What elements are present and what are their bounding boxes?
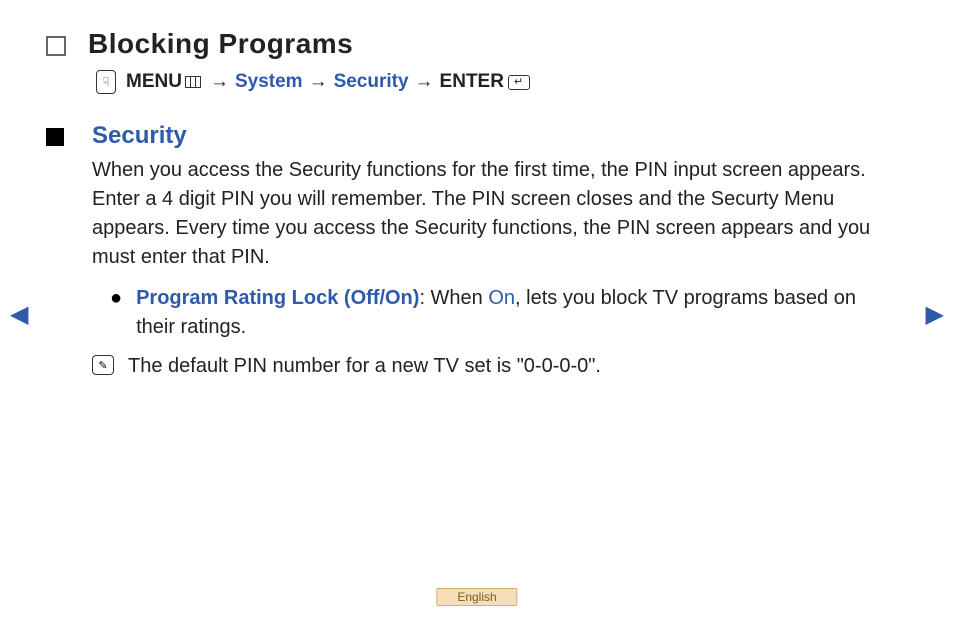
language-badge: English bbox=[436, 588, 517, 606]
breadcrumb-system: System bbox=[235, 71, 303, 93]
note-row: ✎ The default PIN number for a new TV se… bbox=[92, 352, 894, 381]
feature-name: Program Rating Lock (Off/On) bbox=[136, 287, 419, 309]
feature-on: On bbox=[488, 287, 515, 309]
breadcrumb-arrow: → bbox=[415, 71, 434, 93]
breadcrumb-security: Security bbox=[334, 71, 409, 93]
section-title: Security bbox=[92, 122, 894, 150]
note-text: The default PIN number for a new TV set … bbox=[128, 352, 601, 381]
feature-bullet: ● Program Rating Lock (Off/On): When On,… bbox=[110, 284, 894, 342]
menu-grid-icon bbox=[185, 76, 201, 88]
breadcrumb-menu: MENU bbox=[126, 71, 182, 93]
breadcrumb: ☟ MENU → System → Security → ENTER bbox=[96, 70, 894, 94]
enter-icon bbox=[508, 75, 530, 90]
breadcrumb-arrow: → bbox=[210, 71, 229, 93]
title-bullet-icon bbox=[46, 36, 66, 56]
page-title: Blocking Programs bbox=[88, 28, 353, 60]
pencil-note-icon: ✎ bbox=[92, 355, 114, 375]
remote-icon: ☟ bbox=[96, 70, 116, 94]
next-page-arrow[interactable]: ▶ bbox=[926, 300, 944, 329]
breadcrumb-arrow: → bbox=[309, 71, 328, 93]
section-bullet-icon bbox=[46, 128, 64, 146]
section-paragraph: When you access the Security functions f… bbox=[92, 156, 894, 272]
prev-page-arrow[interactable]: ◀ bbox=[10, 300, 28, 329]
breadcrumb-enter: ENTER bbox=[440, 71, 504, 93]
bullet-dot-icon: ● bbox=[110, 284, 122, 342]
feature-after: : When bbox=[419, 287, 488, 309]
